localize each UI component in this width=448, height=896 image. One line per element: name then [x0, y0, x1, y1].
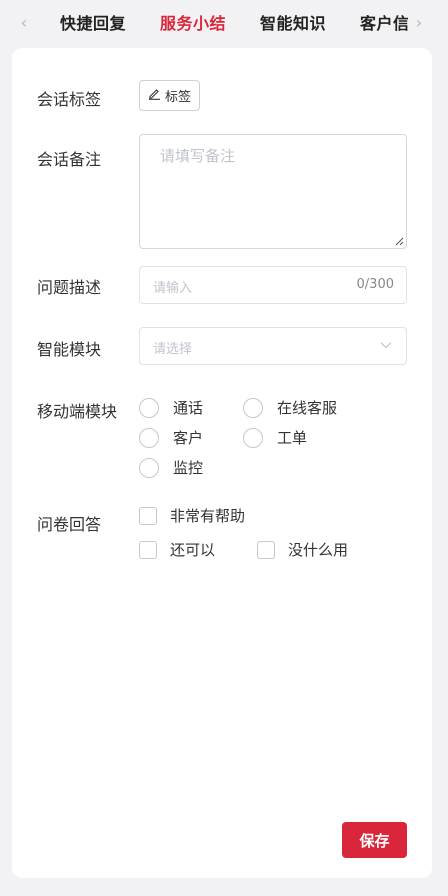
- radio-circle[interactable]: [243, 427, 263, 448]
- tab-quick-reply[interactable]: 快捷回复: [60, 10, 126, 34]
- session-tag-label: 会话标签: [37, 90, 102, 109]
- radio-customer[interactable]: 客户: [139, 427, 203, 448]
- radio-call-label: 通话: [173, 399, 204, 417]
- checkbox-useless-label: 没什么用: [288, 541, 349, 559]
- summary-form-card: 会话标签 标签 会话备注 请填写备注 问题描述 请输入 0/300 智能模块 请…: [12, 48, 432, 878]
- tab-bar: ‹ 快捷回复 服务小结 智能知识 客户信息 ›: [0, 0, 448, 44]
- session-note-placeholder: 请填写备注: [160, 147, 236, 165]
- radio-online-service[interactable]: 在线客服: [243, 397, 337, 418]
- radio-circle[interactable]: [243, 397, 263, 418]
- checkbox-box[interactable]: [139, 540, 157, 559]
- checkbox-very-helpful[interactable]: 非常有帮助: [139, 505, 245, 526]
- radio-monitor[interactable]: 监控: [139, 457, 203, 478]
- checkbox-okay[interactable]: 还可以: [139, 539, 215, 560]
- chevron-down-icon: [380, 342, 392, 349]
- checkbox-box[interactable]: [139, 506, 157, 525]
- radio-monitor-label: 监控: [173, 459, 204, 477]
- tab-service-summary[interactable]: 服务小结: [160, 10, 226, 34]
- radio-circle[interactable]: [139, 397, 159, 418]
- checkbox-okay-label: 还可以: [170, 541, 216, 559]
- session-note-label: 会话备注: [37, 150, 102, 169]
- radio-call[interactable]: 通话: [139, 397, 203, 418]
- edit-icon: [148, 87, 161, 104]
- radio-online-service-label: 在线客服: [277, 399, 338, 417]
- smart-module-select[interactable]: 请选择: [139, 327, 407, 365]
- smart-module-placeholder: 请选择: [153, 342, 193, 357]
- checkbox-useless[interactable]: 没什么用: [257, 539, 348, 560]
- resize-grip-icon[interactable]: [394, 236, 404, 246]
- radio-ticket[interactable]: 工单: [243, 427, 307, 448]
- radio-circle[interactable]: [139, 427, 159, 448]
- tab-scroll-left-icon[interactable]: ‹: [13, 10, 35, 34]
- tab-smart-knowledge[interactable]: 智能知识: [260, 10, 326, 34]
- tab-scroll-right-icon[interactable]: ›: [408, 10, 430, 34]
- problem-desc-input[interactable]: 请输入 0/300: [139, 266, 407, 304]
- save-button[interactable]: 保存: [342, 822, 407, 858]
- add-tag-button-label: 标签: [164, 90, 191, 105]
- problem-desc-placeholder: 请输入: [153, 281, 193, 296]
- char-counter: 0/300: [356, 277, 394, 292]
- radio-ticket-label: 工单: [277, 429, 308, 447]
- radio-circle[interactable]: [139, 457, 159, 478]
- checkbox-very-helpful-label: 非常有帮助: [170, 507, 246, 525]
- survey-answer-label: 问卷回答: [37, 515, 102, 534]
- mobile-module-label: 移动端模块: [37, 402, 118, 421]
- session-note-textarea[interactable]: 请填写备注: [139, 134, 407, 249]
- checkbox-box[interactable]: [257, 540, 275, 559]
- add-tag-button[interactable]: 标签: [139, 80, 200, 111]
- tabs: 快捷回复 服务小结 智能知识 客户信息: [60, 0, 448, 44]
- smart-module-label: 智能模块: [37, 340, 102, 359]
- radio-customer-label: 客户: [173, 429, 204, 447]
- problem-desc-label: 问题描述: [37, 278, 102, 297]
